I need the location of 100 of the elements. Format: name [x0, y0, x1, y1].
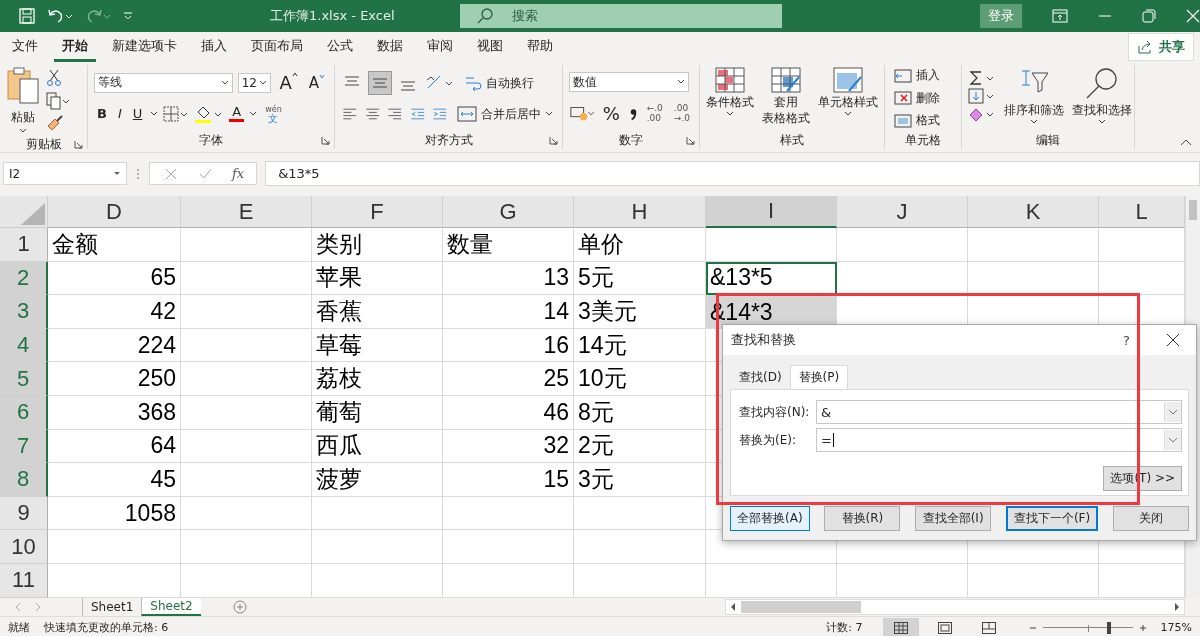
table-cell: 25 — [443, 362, 574, 396]
share-button[interactable]: 共享 — [1128, 33, 1194, 61]
row-header[interactable]: 5 — [0, 362, 48, 396]
table-cell: 250 — [48, 362, 181, 396]
italic-button[interactable]: I — [114, 106, 125, 122]
table-cell: 西瓜 — [312, 429, 443, 464]
delete-cells-button[interactable]: 删除 — [891, 89, 955, 107]
row-header[interactable]: 8 — [0, 463, 48, 497]
table-cell: 8元 — [574, 395, 706, 430]
bold-button[interactable]: B — [94, 106, 110, 122]
table-cell: 数量 — [443, 228, 574, 262]
dialog-button[interactable]: 全部替换(A) — [730, 506, 810, 531]
column-header[interactable]: D — [48, 196, 181, 228]
row-header[interactable]: 11 — [0, 563, 48, 598]
zoom-level[interactable]: 175% — [1160, 621, 1192, 634]
table-cell: 46 — [443, 395, 574, 430]
dialog-button[interactable]: 替换(R) — [824, 506, 901, 531]
cell-styles-button[interactable]: 单元格样式 — [818, 67, 878, 117]
paste-button[interactable]: 粘贴 — [6, 67, 40, 134]
ribbon-tab[interactable]: 插入 — [193, 32, 235, 62]
dialog-button[interactable]: 查找下一个(F) — [1005, 506, 1099, 531]
table-cell: 14元 — [574, 328, 706, 363]
sort-filter-button[interactable]: 排序和筛选 — [1004, 67, 1064, 125]
row-header[interactable]: 4 — [0, 328, 48, 363]
status-text: 快速填充更改的单元格: 6 — [44, 620, 169, 635]
table-cell: 2元 — [574, 429, 706, 464]
input-field[interactable]: & — [816, 400, 1182, 424]
ribbon-tab[interactable]: 公式 — [319, 32, 361, 62]
insert-cells-button[interactable]: 插入 — [891, 67, 955, 84]
row-header[interactable]: 9 — [0, 496, 48, 531]
percent-button[interactable]: % — [599, 102, 623, 124]
underline-button[interactable]: U — [129, 106, 146, 122]
grow-font-button[interactable]: A — [276, 72, 301, 94]
dialog-tab[interactable]: 替换(P) — [789, 365, 849, 389]
row-header[interactable]: 2 — [0, 261, 48, 296]
ribbon-tab[interactable]: 数据 — [369, 32, 411, 62]
ribbon-tab[interactable]: 新建选项卡 — [104, 32, 185, 62]
dialog-button[interactable]: 关闭 — [1112, 506, 1189, 531]
shrink-font-button[interactable]: A — [305, 73, 328, 92]
table-cell: 草莓 — [312, 328, 443, 363]
table-cell: 15 — [443, 463, 574, 497]
row-header[interactable]: 10 — [0, 530, 48, 564]
column-header[interactable]: F — [312, 196, 443, 228]
column-header[interactable]: I — [706, 196, 837, 228]
format-cells-button[interactable]: 格式 — [891, 112, 955, 129]
formula-input[interactable]: &13*5 — [265, 161, 1200, 186]
row-header[interactable]: 1 — [0, 228, 48, 262]
number-format-field[interactable]: 数值 — [569, 72, 689, 93]
merge-center-button[interactable]: 合并后居中 — [453, 105, 556, 123]
name-box[interactable]: I2 — [3, 162, 127, 185]
row-header[interactable]: 7 — [0, 429, 48, 464]
field-label: 替换为(E): — [739, 431, 797, 449]
column-header[interactable]: G — [443, 196, 574, 228]
column-header[interactable]: L — [1099, 196, 1185, 228]
search-field[interactable]: 搜索 — [460, 4, 782, 28]
font-size-field[interactable]: 12 — [237, 72, 272, 93]
group-label: 单元格 — [905, 131, 941, 149]
column-header[interactable]: J — [837, 196, 968, 228]
row-header[interactable]: 3 — [0, 295, 48, 329]
input-field[interactable]: = — [816, 428, 1182, 452]
table-cell: 菠萝 — [312, 463, 443, 497]
dialog-title: 查找和替换 — [731, 331, 797, 349]
table-cell: 42 — [48, 295, 181, 329]
table-cell: 荔枝 — [312, 362, 443, 396]
wrap-text-button[interactable]: 自动换行 — [461, 74, 537, 92]
table-cell: 金额 — [48, 228, 181, 262]
table-cell: 香蕉 — [312, 295, 443, 329]
ribbon-tab[interactable]: 文件 — [4, 32, 46, 62]
find-select-button[interactable]: 查找和选择 — [1072, 67, 1132, 125]
font-color-button[interactable]: A — [229, 105, 245, 123]
status-count: 计数: 7 — [826, 620, 863, 635]
table-cell: 64 — [48, 429, 181, 464]
column-header[interactable]: E — [181, 196, 312, 228]
table-cell: 1058 — [48, 496, 181, 531]
font-name-field[interactable]: 等线 — [94, 72, 233, 93]
dialog-button[interactable]: 查找全部(I) — [915, 506, 992, 531]
table-cell: 苹果 — [312, 261, 443, 296]
table-cell: 368 — [48, 395, 181, 430]
insert-function-button[interactable]: fx — [232, 166, 245, 181]
ribbon-tab[interactable]: 页面布局 — [243, 32, 311, 62]
dialog-tab[interactable]: 查找(D) — [731, 365, 790, 389]
decimal-button[interactable]: .00 →.0 — [670, 103, 693, 124]
group-label: 字体 — [199, 131, 223, 149]
table-cell: 14 — [443, 295, 574, 329]
format-as-table-button[interactable]: 套用 表格格式 — [762, 67, 810, 125]
decimal-button[interactable]: ←.0 .00 — [643, 103, 666, 124]
group-label: 编辑 — [1036, 131, 1060, 149]
column-header[interactable]: K — [968, 196, 1099, 228]
table-cell: 单价 — [574, 228, 706, 262]
conditional-format-button[interactable]: 条件格式 — [706, 67, 754, 117]
sheet-tab[interactable]: Sheet2 — [141, 598, 201, 616]
help-button[interactable]: ? — [1123, 332, 1130, 348]
group-label: 样式 — [780, 131, 804, 149]
column-header[interactable]: H — [574, 196, 706, 228]
row-header[interactable]: 6 — [0, 395, 48, 430]
ribbon-tab[interactable]: 视图 — [469, 32, 511, 62]
phonetic-guide-button[interactable]: wén 文 — [262, 104, 285, 123]
ribbon-tab[interactable]: 审阅 — [419, 32, 461, 62]
table-cell: 65 — [48, 261, 181, 296]
ribbon-tab[interactable]: 帮助 — [519, 32, 561, 62]
